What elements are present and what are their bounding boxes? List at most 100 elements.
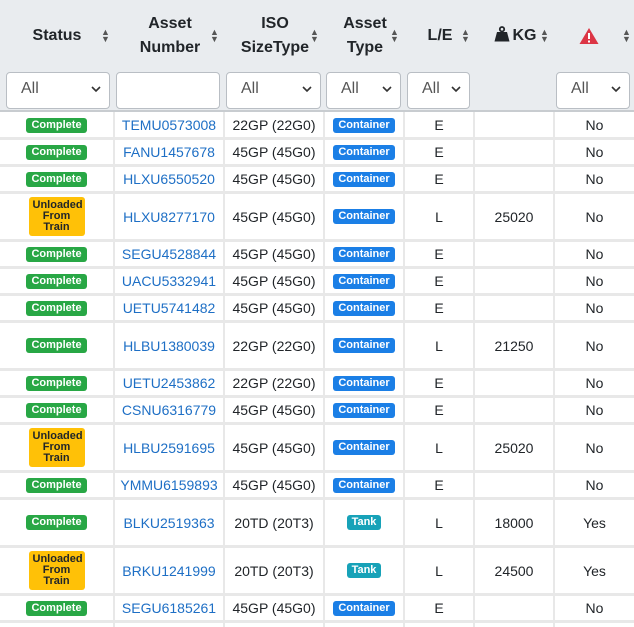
column-header-kg[interactable]: KG ▲ ▼ — [476, 0, 554, 72]
asset-number-link[interactable]: CSNU6316779 — [122, 402, 216, 418]
asset-number-filter-input[interactable] — [116, 72, 220, 109]
asset-number-cell: HLBU1380039 — [115, 323, 223, 368]
status-badge: Unloaded From Train — [28, 551, 85, 590]
le-value: E — [434, 273, 444, 289]
sort-icon[interactable]: ▲ ▼ — [390, 28, 399, 44]
le-value: E — [434, 402, 444, 418]
table-row[interactable]: Complete CSNU6316779 45GP (45G0) Container E… — [0, 398, 634, 425]
status-badge: Complete — [26, 300, 87, 316]
column-header-status[interactable]: Status ▲ ▼ — [0, 0, 114, 72]
asset-number-link[interactable]: BLKU2519363 — [123, 515, 214, 531]
iso-value: 22GP (22G0) — [232, 337, 316, 354]
iso-cell: 22GP (22G0) — [225, 323, 323, 368]
column-header-asset-number[interactable]: Asset Number ▲ ▼ — [116, 0, 224, 72]
le-value: L — [435, 337, 443, 354]
asset-type-badge: Container — [333, 440, 395, 455]
asset-type-cell: Container — [325, 398, 403, 422]
table-row[interactable]: Complete HLBU1380039 22GP (22G0) Container L… — [0, 323, 634, 371]
iso-cell: 45GP (45G0) — [225, 398, 323, 422]
sort-icon[interactable]: ▲ ▼ — [622, 28, 631, 44]
asset-number-link[interactable]: HLBU1380039 — [123, 338, 215, 354]
iso-value: 45GP (45G0) — [232, 300, 316, 316]
le-cell: E — [405, 242, 473, 266]
hazard-cell: Yes — [555, 500, 634, 545]
table-row[interactable]: Complete UACU5332941 45GP (45G0) Container E… — [0, 269, 634, 296]
sort-icon[interactable]: ▲ ▼ — [540, 28, 549, 44]
status-badge: Complete — [26, 273, 87, 289]
asset-type-cell: Container — [325, 296, 403, 320]
iso-header-label: ISO SizeType — [240, 15, 310, 56]
hazard-cell: No — [555, 323, 634, 368]
asset-number-link[interactable]: TEMU0573008 — [122, 117, 216, 133]
kg-value: 21250 — [494, 337, 534, 354]
table-row[interactable]: Complete TEMU0573008 22GP (22G0) Container E… — [0, 113, 634, 140]
sort-icon[interactable]: ▲ ▼ — [101, 28, 110, 44]
asset-number-link[interactable]: FANU1457678 — [123, 144, 215, 160]
table-row[interactable]: Unloaded From Train HLBU2591695 45GP (45G0… — [0, 425, 634, 473]
iso-value: 45GP (45G0) — [232, 171, 316, 187]
asset-type-badge: Container — [333, 117, 395, 133]
kg-cell — [475, 371, 553, 395]
asset-number-link[interactable]: BRKU1241999 — [122, 563, 215, 579]
iso-cell: 45GP (45G0) — [225, 296, 323, 320]
asset-number-link[interactable]: UACU5332941 — [122, 273, 216, 289]
table-header: Status ▲ ▼ Asset Number ▲ ▼ ISO SizeType ▲ ▼ … — [0, 0, 634, 112]
kg-cell — [475, 596, 553, 620]
asset-number-link[interactable]: HLBU2591695 — [123, 440, 215, 456]
status-cell: Complete — [0, 371, 113, 395]
le-value: E — [434, 375, 444, 391]
kg-value: 24500 — [494, 562, 534, 579]
asset-type-cell: Container — [325, 371, 403, 395]
asset-number-link[interactable]: HLXU8277170 — [123, 209, 215, 225]
asset-type-badge: Container — [333, 338, 395, 353]
hazard-value: No — [585, 300, 604, 316]
kg-cell — [475, 269, 553, 293]
asset-number-cell: HLXU6550520 — [115, 167, 223, 191]
iso-filter-select[interactable]: All — [226, 72, 321, 109]
iso-cell: 45GP (45G0) — [225, 140, 323, 164]
status-cell: Complete — [0, 398, 113, 422]
iso-cell: 22GP (22G0) — [225, 113, 323, 137]
asset-number-link[interactable]: HLXU6550520 — [123, 171, 215, 187]
asset-type-cell: Container — [325, 425, 403, 470]
asset-number-link[interactable]: YMMU6159893 — [120, 477, 217, 493]
sort-icon[interactable]: ▲ ▼ — [461, 28, 470, 44]
kg-cell: 24500 — [475, 548, 553, 593]
table-row[interactable]: Complete SEGU4528844 45GP (45G0) Container E… — [0, 242, 634, 269]
hazard-value: Yes — [583, 562, 606, 579]
table-row[interactable]: Complete BLKU2519363 20TD (20T3) Tank L 18000… — [0, 500, 634, 548]
table-row[interactable]: Complete FANU1457678 45GP (45G0) Container E… — [0, 140, 634, 167]
asset-number-link[interactable]: SEGU6185261 — [122, 600, 216, 616]
asset-number-link[interactable]: SEGU4528844 — [122, 246, 216, 262]
iso-cell: 45GP (45G0) — [225, 242, 323, 266]
sort-icon[interactable]: ▲ ▼ — [210, 28, 219, 44]
column-header-asset-type[interactable]: Asset Type ▲ ▼ — [326, 0, 404, 72]
hazard-filter-select[interactable]: All — [556, 72, 630, 109]
asset-number-link[interactable]: UETU5741482 — [123, 300, 216, 316]
column-header-hazard[interactable]: ▲ ▼ — [556, 0, 634, 72]
le-cell: E — [405, 398, 473, 422]
table-row[interactable]: Complete UETU5741482 45GP (45G0) Container E… — [0, 296, 634, 323]
le-cell: E — [405, 371, 473, 395]
kg-cell: 25020 — [475, 194, 553, 239]
iso-value: 20TD (20T3) — [234, 514, 314, 531]
table-row[interactable]: Complete UETU2453862 22GP (22G0) Container E… — [0, 371, 634, 398]
table-row[interactable]: Unloaded From Train HLXU8277170 45GP (45G0… — [0, 194, 634, 242]
status-filter-select[interactable]: All — [6, 72, 110, 109]
status-cell: Complete — [0, 269, 113, 293]
status-cell: Unloaded From Train — [0, 548, 113, 593]
column-header-le[interactable]: L/E ▲ ▼ — [406, 0, 474, 72]
table-row[interactable]: Complete SEGU6185261 45GP (45G0) Container E… — [0, 596, 634, 623]
le-filter-select[interactable]: All — [407, 72, 470, 109]
asset-number-link[interactable]: UETU2453862 — [123, 375, 216, 391]
status-badge: Unloaded From Train — [28, 197, 85, 236]
table-row[interactable]: Complete HLXU6550520 45GP (45G0) Container E… — [0, 167, 634, 194]
column-header-iso[interactable]: ISO SizeType ▲ ▼ — [226, 0, 324, 72]
status-cell: Unloaded From Train — [0, 425, 113, 470]
asset-type-cell: Container — [325, 269, 403, 293]
kg-cell — [475, 167, 553, 191]
asset-type-filter-select[interactable]: All — [326, 72, 401, 109]
sort-icon[interactable]: ▲ ▼ — [310, 28, 319, 44]
table-row[interactable]: Unloaded From Train BRKU1241999 20TD (20T3… — [0, 548, 634, 596]
table-row[interactable]: Complete YMMU6159893 45GP (45G0) Container E… — [0, 473, 634, 500]
